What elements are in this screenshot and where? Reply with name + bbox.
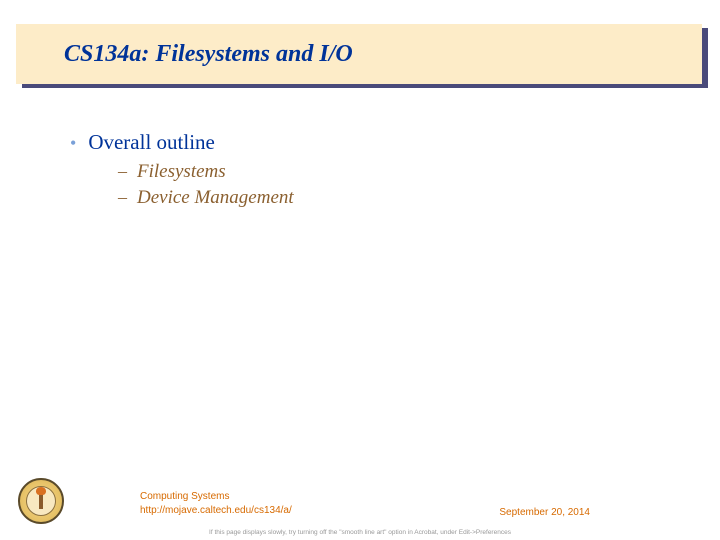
bullet-level1: • Overall outline — [70, 130, 650, 155]
slide-title: CS134a: Filesystems and I/O — [64, 41, 353, 68]
bullet-dot-icon: • — [70, 134, 76, 152]
footer-info: Computing Systems http://mojave.caltech.… — [140, 490, 292, 518]
bullet-text: Filesystems — [137, 161, 226, 183]
bullet-level2: – Filesystems — [118, 161, 650, 183]
bullet-text: Device Management — [137, 187, 294, 209]
footer-course-name: Computing Systems — [140, 490, 292, 504]
rendering-note: If this page displays slowly, try turnin… — [0, 529, 720, 536]
slide-content: • Overall outline – Filesystems – Device… — [70, 130, 650, 213]
title-bar: CS134a: Filesystems and I/O — [16, 24, 702, 84]
footer-date: September 20, 2014 — [499, 507, 590, 518]
bullet-dash-icon: – — [118, 187, 127, 208]
bullet-text: Overall outline — [88, 130, 215, 155]
footer-url: http://mojave.caltech.edu/cs134/a/ — [140, 504, 292, 518]
institution-seal-icon — [18, 478, 64, 524]
bullet-dash-icon: – — [118, 161, 127, 182]
bullet-level2: – Device Management — [118, 187, 650, 209]
